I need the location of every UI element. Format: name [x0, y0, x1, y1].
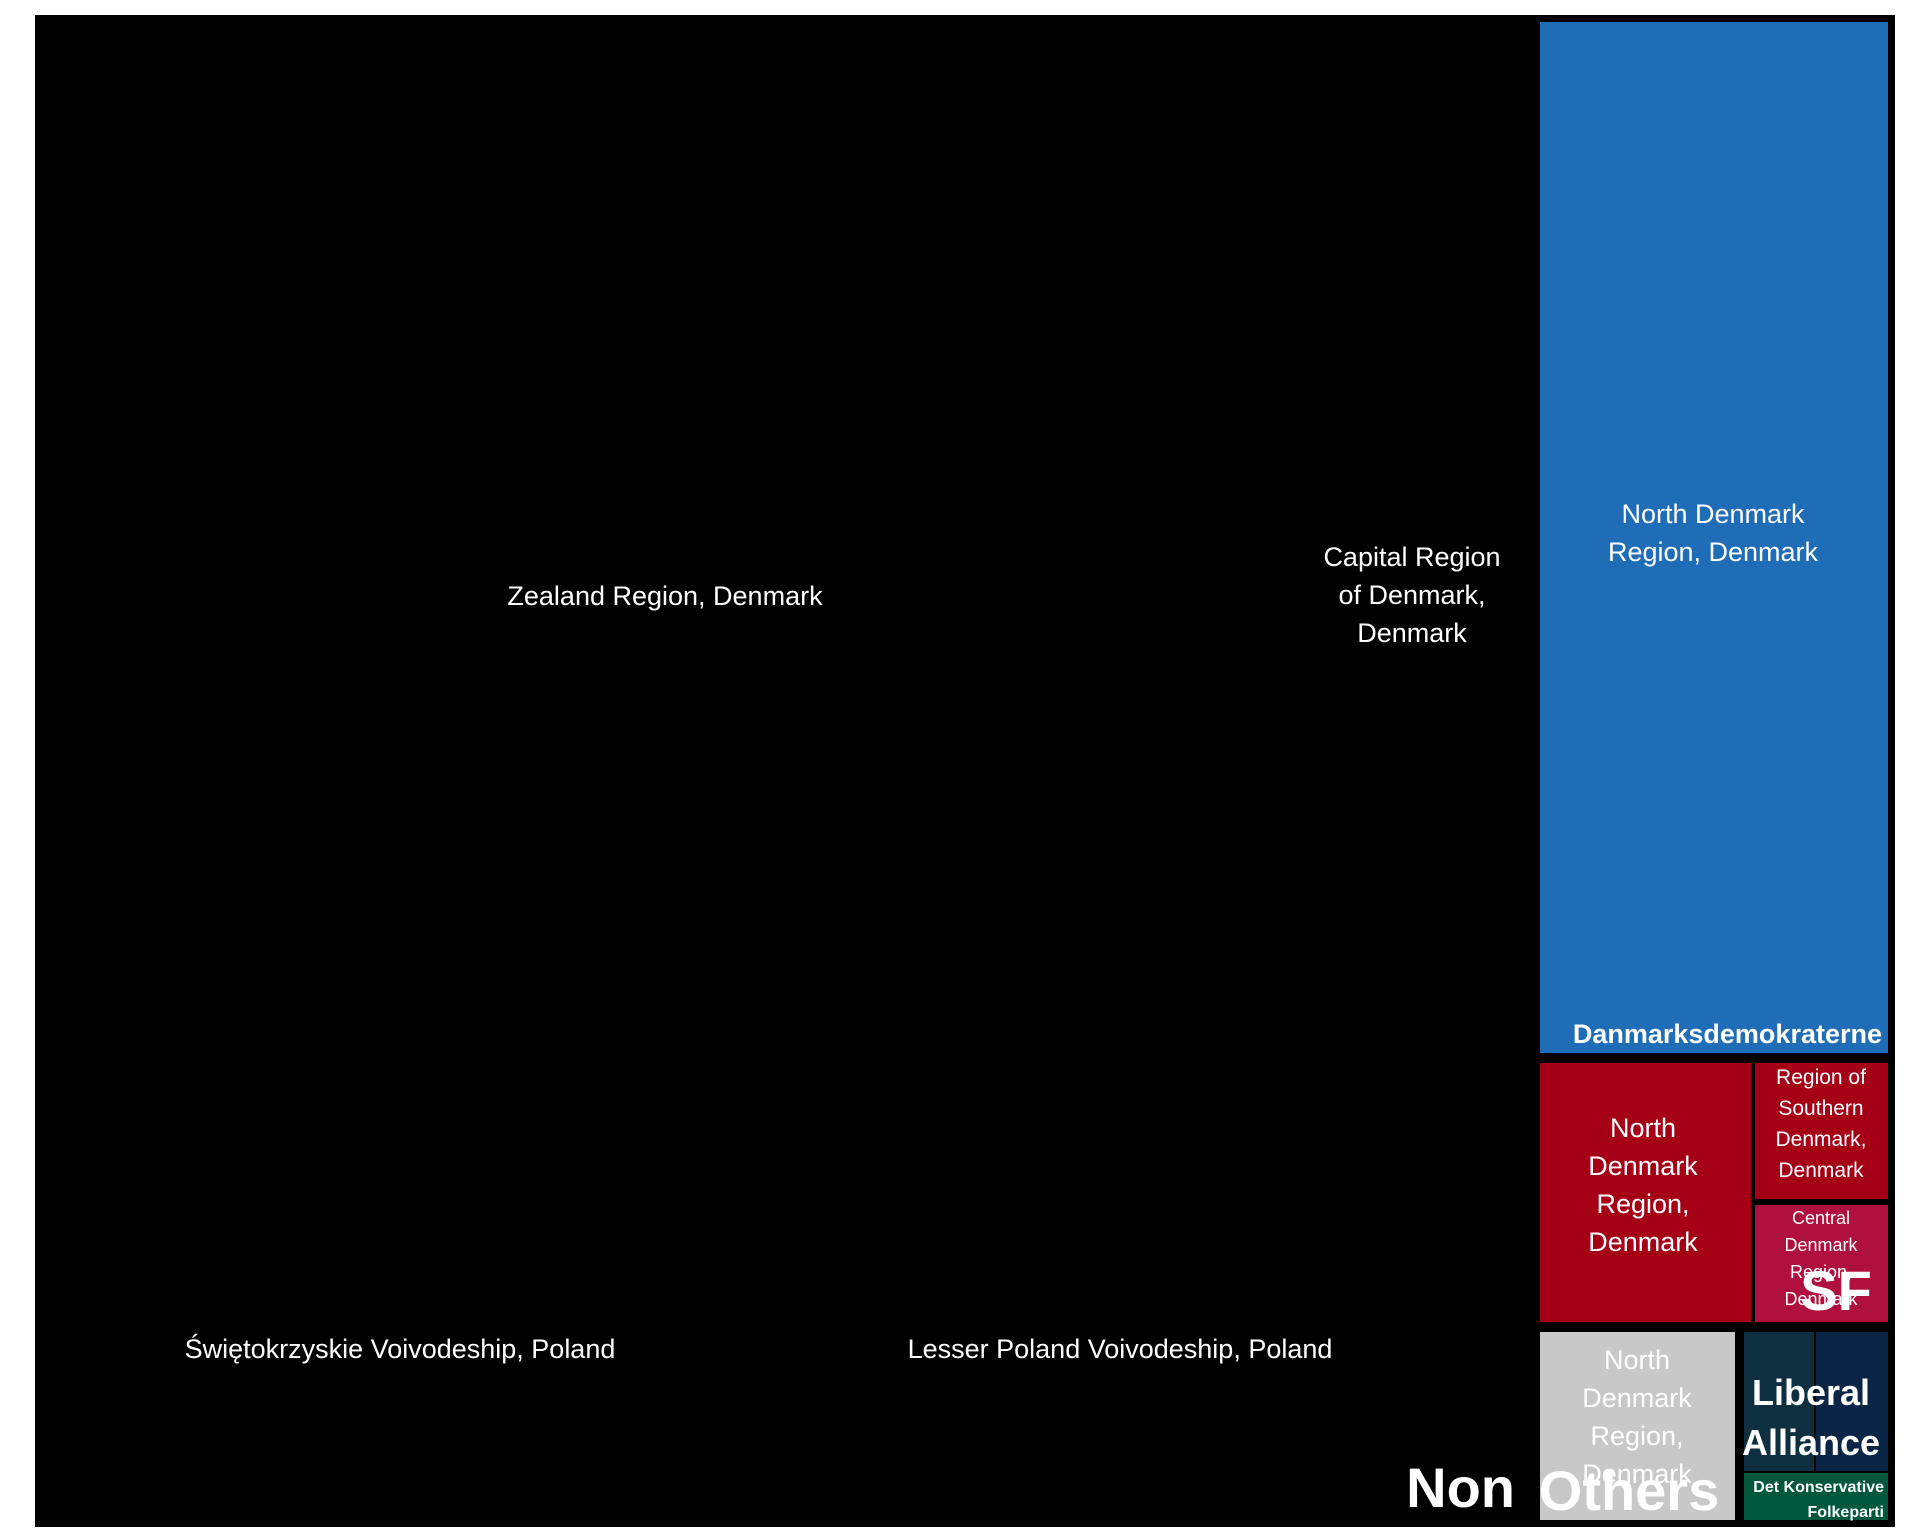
group-label-0: Non [1406, 1456, 1515, 1519]
group-label-1: Danmarksdemokraterne [1573, 1019, 1882, 1049]
cell-label-0-2: Świętokrzyskie Voivodeship, Poland [185, 1332, 616, 1364]
group-label-3: Others [1539, 1459, 1720, 1522]
treemap-chart: Zealand Region, DenmarkCapital Region of … [35, 15, 1895, 1527]
cell-label-0-3: Lesser Poland Voivodeship, Poland [908, 1334, 1333, 1364]
group-label-2: SF [1800, 1259, 1872, 1322]
cell-label-0-0: Zealand Region, Denmark [507, 581, 823, 611]
